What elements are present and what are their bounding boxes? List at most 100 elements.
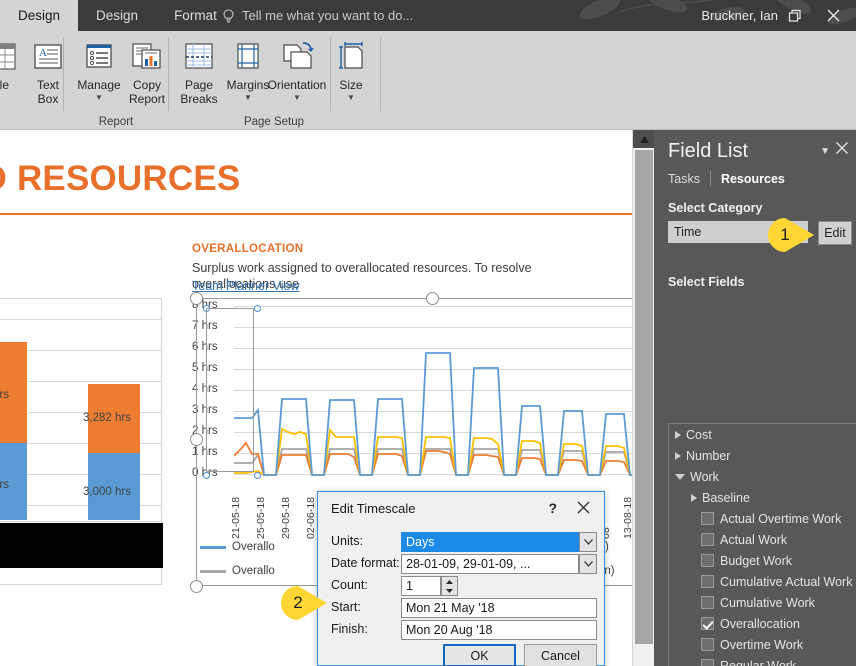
- checkbox[interactable]: [701, 596, 714, 609]
- inner-handle-bottom-right[interactable]: [254, 472, 261, 479]
- tree-node-number[interactable]: Number: [669, 445, 856, 466]
- table-icon: [0, 35, 18, 79]
- x-axis-tick: 25-05-18: [255, 497, 267, 539]
- ribbon: ble A Text Box: [0, 31, 856, 130]
- checkbox[interactable]: [701, 659, 714, 666]
- cancel-button[interactable]: Cancel: [524, 644, 597, 666]
- tree-node-regular-work[interactable]: Regular Work: [669, 655, 856, 666]
- close-panel-button[interactable]: [835, 141, 849, 160]
- tree-node-work[interactable]: Work: [669, 466, 856, 487]
- tree-node-cost[interactable]: Cost: [669, 424, 856, 445]
- checkbox-checked[interactable]: [701, 617, 714, 630]
- units-dropdown-button[interactable]: [579, 532, 597, 552]
- date-format-input[interactable]: 28-01-09, 29-01-09, ...: [401, 554, 579, 574]
- date-format-label: Date format:: [331, 556, 400, 570]
- selection-handle-middle-left[interactable]: [190, 433, 203, 446]
- field-list-tabs: Tasks Resources: [668, 171, 785, 186]
- x-axis-tick: 21-05-18: [230, 497, 242, 539]
- tree-node-label: Overtime Work: [720, 638, 803, 652]
- line-chart-plot-area: [234, 306, 632, 479]
- expand-triangle-icon[interactable]: [691, 494, 697, 502]
- redaction-bar: [0, 523, 163, 568]
- field-tree[interactable]: Cost Number Work Baseline Actual Overtim…: [668, 423, 856, 666]
- checkbox[interactable]: [701, 575, 714, 588]
- dialog-help-button[interactable]: ?: [548, 500, 557, 516]
- units-input[interactable]: Days: [401, 532, 579, 552]
- lightbulb-icon: [222, 9, 235, 23]
- scroll-up-icon: [640, 136, 649, 143]
- expand-triangle-icon[interactable]: [675, 431, 681, 439]
- finish-label: Finish:: [331, 622, 368, 636]
- legend-swatch-blue: [200, 546, 226, 549]
- tab-resources[interactable]: Resources: [721, 172, 785, 186]
- tree-node-cumulative-work[interactable]: Cumulative Work: [669, 592, 856, 613]
- tree-node-actual-work[interactable]: Actual Work: [669, 529, 856, 550]
- stepper-up-icon: [446, 580, 453, 584]
- count-input[interactable]: 1: [401, 576, 441, 596]
- bar-series-1[interactable]: [0, 342, 27, 520]
- start-input[interactable]: Mon 21 May '18: [401, 598, 597, 618]
- tab-tasks[interactable]: Tasks: [668, 172, 700, 186]
- title-bar: Design Design Format Tell me what you wa…: [0, 0, 856, 31]
- scroll-up-button[interactable]: [633, 130, 655, 148]
- checkbox[interactable]: [701, 533, 714, 546]
- selection-handle-top-center[interactable]: [426, 292, 439, 305]
- stepper-down-button[interactable]: [442, 586, 457, 595]
- tree-node-baseline[interactable]: Baseline: [669, 487, 856, 508]
- vertical-scrollbar[interactable]: [632, 130, 654, 666]
- ok-label: OK: [470, 649, 488, 663]
- text-box-icon: A: [31, 35, 65, 79]
- tab-design[interactable]: Design: [78, 0, 156, 31]
- scrollbar-thumb[interactable]: [635, 150, 653, 644]
- collapse-triangle-icon[interactable]: [675, 474, 685, 480]
- tree-node-actual-overtime-work[interactable]: Actual Overtime Work: [669, 508, 856, 529]
- inner-handle-top-left[interactable]: [203, 305, 210, 312]
- checkbox[interactable]: [701, 512, 714, 525]
- team-planner-view-link[interactable]: Team Planner View: [192, 279, 299, 293]
- field-list-title: Field List: [668, 140, 748, 163]
- expand-triangle-icon[interactable]: [675, 452, 681, 460]
- tree-node-cumulative-actual-work[interactable]: Cumulative Actual Work: [669, 571, 856, 592]
- close-window-icon: [826, 8, 841, 23]
- tell-me-search[interactable]: Tell me what you want to do...: [222, 0, 413, 31]
- chevron-down-icon: [584, 539, 593, 545]
- ok-button[interactable]: OK: [443, 644, 516, 666]
- inner-handle-bottom-left[interactable]: [203, 472, 210, 479]
- account-name[interactable]: Bruckner, Ian: [701, 0, 778, 31]
- select-fields-label: Select Fields: [668, 275, 744, 289]
- selection-handle-top-left[interactable]: [190, 292, 203, 305]
- tree-node-budget-work[interactable]: Budget Work: [669, 550, 856, 571]
- bar-chart[interactable]: 43 hrs 78 hrs 3,282 hrs 3,000 hrs ork: [0, 298, 162, 585]
- count-stepper[interactable]: [441, 576, 458, 596]
- edit-timescale-dialog[interactable]: Edit Timescale ? Units: Days Date format…: [317, 491, 605, 666]
- legend-label-tail-1: ): [605, 541, 609, 553]
- stepper-down-icon: [446, 589, 453, 593]
- gridline: [0, 521, 161, 522]
- dialog-title: Edit Timescale: [331, 501, 416, 516]
- legend-label: Overallo: [232, 541, 275, 553]
- tree-node-label: Actual Work: [720, 533, 787, 547]
- close-window-button[interactable]: [816, 0, 850, 31]
- gridline: [0, 319, 161, 320]
- edit-category-button[interactable]: Edit: [818, 221, 852, 245]
- count-value: 1: [406, 579, 413, 593]
- tree-node-overallocation[interactable]: Overallocation: [669, 613, 856, 634]
- checkbox[interactable]: [701, 638, 714, 651]
- stepper-up-button[interactable]: [442, 577, 457, 586]
- section-heading-overallocation: OVERALLOCATION: [192, 243, 303, 255]
- restore-window-button[interactable]: [778, 0, 812, 31]
- tab-design-active[interactable]: Design: [0, 0, 78, 31]
- close-dialog-icon: [577, 501, 590, 514]
- chevron-down-icon[interactable]: ▼: [820, 146, 830, 157]
- bar-series-2[interactable]: [88, 384, 140, 520]
- tree-node-overtime-work[interactable]: Overtime Work: [669, 634, 856, 655]
- tree-node-label: Actual Overtime Work: [720, 512, 841, 526]
- dialog-close-button[interactable]: [577, 501, 590, 519]
- ribbon-tab-strip: Design Design Format: [0, 0, 235, 31]
- checkbox[interactable]: [701, 554, 714, 567]
- date-format-dropdown-button[interactable]: [579, 554, 597, 574]
- tree-node-label: Cumulative Work: [720, 596, 815, 610]
- inner-handle-top-right[interactable]: [254, 305, 261, 312]
- finish-input[interactable]: Mon 20 Aug '18: [401, 620, 597, 640]
- selection-handle-bottom-left[interactable]: [190, 580, 203, 593]
